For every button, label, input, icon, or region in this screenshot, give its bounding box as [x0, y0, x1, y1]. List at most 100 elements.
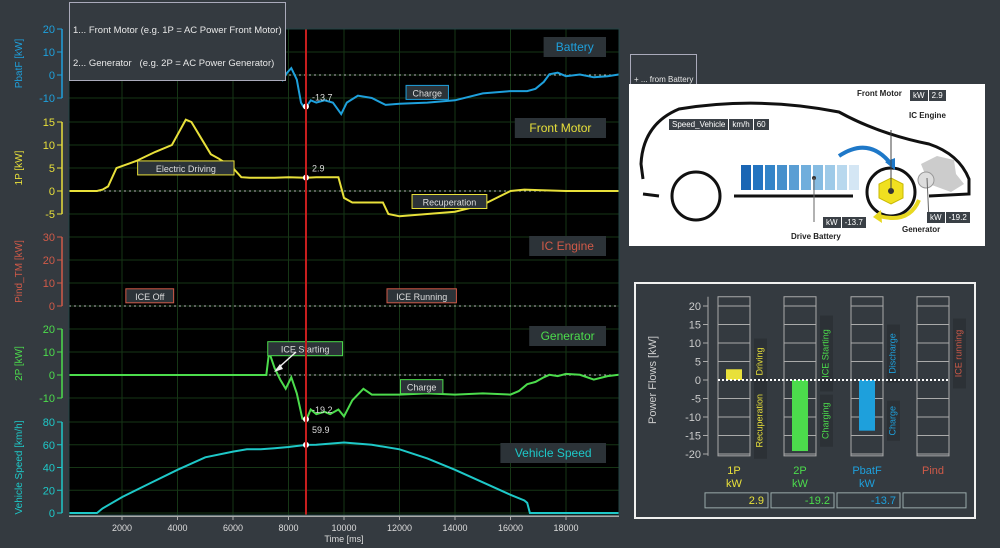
battery-unit: kW	[823, 217, 841, 228]
lower-label-text: Recuperation	[754, 394, 764, 448]
x-tick-label: 14000	[442, 523, 467, 533]
bar-2p	[792, 380, 808, 452]
battery-cell	[801, 165, 811, 190]
battery-cell	[789, 165, 799, 190]
bar-y-tick-label: 10	[689, 338, 701, 350]
annotation-text: Recuperation	[423, 198, 477, 208]
y-tick-label: 5	[49, 163, 55, 175]
annotation-text: ICE Running	[396, 292, 447, 302]
y-tick-label: 60	[43, 440, 55, 452]
annotation-label: Charge	[400, 379, 444, 395]
y-tick-label: -5	[45, 209, 55, 221]
y-tick-label: 15	[43, 117, 55, 129]
bar-value-text: -13.7	[871, 495, 896, 507]
y-tick-label: 0	[49, 508, 55, 520]
bar-group-pbatf: PbatFkW -13.7 Discharge Charge	[836, 296, 901, 509]
cursor-value-label: 59.9	[312, 425, 330, 435]
x-tick-label: 10000	[331, 523, 356, 533]
drive-battery-label: Drive Battery	[791, 232, 841, 241]
x-tick-label: 2000	[112, 523, 132, 533]
x-tick-label: 6000	[223, 523, 243, 533]
y-tick-label: 0	[49, 186, 55, 198]
bar-frame	[850, 296, 884, 457]
bar-unit-label: kW	[859, 478, 876, 490]
generator-unit: kW	[927, 212, 945, 223]
panel-title-battery: Battery	[543, 37, 606, 57]
panel-title-ic-engine: IC Engine	[529, 236, 606, 256]
generator-label: Generator	[902, 225, 941, 234]
legend-line-1: 1... Front Motor (e.g. 1P = AC Power Fro…	[73, 25, 282, 36]
y-tick-label: 20	[43, 24, 55, 36]
channel-legend: 1... Front Motor (e.g. 1P = AC Power Fro…	[69, 2, 286, 81]
bar-1p	[726, 369, 742, 380]
y-tick-label: 20	[43, 255, 55, 267]
power-flows-chart: 20151050-5-10-15-20Power Flows [kW]1PkW2…	[647, 296, 967, 509]
annotation-text: Charge	[412, 88, 442, 98]
battery-value: -13.7	[841, 217, 866, 228]
panel-title-text: Vehicle Speed	[515, 446, 592, 460]
y-axis-title: 2P [kW]	[14, 346, 25, 381]
annotation-text: Charge	[407, 383, 437, 393]
bar-y-tick-label: 20	[689, 301, 701, 313]
generator-readout: kW -19.2	[927, 212, 971, 223]
bar-group-pind: Pind ICE running	[902, 296, 967, 509]
battery-cell	[741, 165, 751, 190]
x-axis-title: Time [ms]	[324, 534, 363, 544]
y-axis-title: PbatF [kW]	[14, 39, 25, 89]
panel-title-vehicle-speed: Vehicle Speed	[500, 443, 606, 463]
battery-cell	[765, 165, 775, 190]
bar-name-label: PbatF	[852, 465, 882, 477]
upper-label-text: ICE Starting	[820, 329, 830, 378]
y-tick-label: 30	[43, 232, 55, 244]
bar-y-tick-label: -10	[685, 412, 701, 424]
y-axis-title: 1P [kW]	[14, 150, 25, 185]
bar-name-label: 1P	[727, 465, 740, 477]
speed-unit: km/h	[729, 119, 753, 130]
bar-y-tick-label: -15	[685, 431, 701, 443]
y-tick-label: 10	[43, 278, 55, 290]
y-tick-label: 10	[43, 347, 55, 359]
bar-unit-label: kW	[792, 478, 809, 490]
y-tick-label: 0	[49, 301, 55, 313]
upper-label-text: ICE running	[953, 330, 963, 378]
y-tick-label: 10	[43, 47, 55, 59]
lower-label-text: Charging	[820, 402, 830, 439]
bar-y-tick-label: 15	[689, 320, 701, 332]
generator-gear	[917, 171, 935, 189]
y-tick-label: 10	[43, 140, 55, 152]
panel-title-generator: Generator	[529, 326, 606, 346]
bar-name-label: 2P	[793, 465, 806, 477]
speed-value: 60	[753, 119, 769, 130]
annotation-label: Electric Driving	[137, 160, 235, 176]
battery-cells	[741, 165, 859, 190]
y-axis-title: Vehicle Speed [km/h]	[14, 420, 25, 514]
annotation-label: ICE Off	[125, 288, 175, 304]
bar-y-tick-label: 0	[695, 375, 701, 387]
x-tick-label: 18000	[553, 523, 578, 533]
panel-title-text: Battery	[556, 40, 594, 54]
y-tick-label: 0	[49, 70, 55, 82]
legend-line-2: 2... Generator (e.g. 2P = AC Power Gener…	[73, 58, 275, 69]
bar-y-tick-label: -5	[691, 394, 701, 406]
y-tick-label: 40	[43, 463, 55, 475]
upper-label-text: Discharge	[887, 333, 897, 374]
battery-cell	[825, 165, 835, 190]
speed-readout: Speed_Vehicle km/h 60	[669, 119, 770, 130]
x-tick-label: 8000	[278, 523, 298, 533]
speed-label: Speed_Vehicle	[669, 119, 729, 130]
battery-cell	[837, 165, 847, 190]
panel-title-text: IC Engine	[541, 239, 594, 253]
bar-unit-label: kW	[726, 478, 743, 490]
bar-y-axis-title: Power Flows [kW]	[647, 336, 659, 424]
rear-wheel	[670, 170, 722, 222]
bar-value-box	[902, 492, 967, 509]
battery-to-motor-arrow	[837, 145, 893, 166]
battery-cell	[777, 165, 787, 190]
time-series-chart: 2000 4000 6000 8000 10000 12000 14000 16000 1800…	[14, 24, 620, 544]
panel-title-front-motor: Front Motor	[514, 118, 606, 138]
lower-label-text: Charge	[887, 406, 897, 436]
panel-title-text: Front Motor	[529, 121, 591, 135]
y-tick-label: 20	[43, 324, 55, 336]
annotation-label: ICE Running	[386, 288, 457, 304]
x-tick-label: 16000	[498, 523, 523, 533]
